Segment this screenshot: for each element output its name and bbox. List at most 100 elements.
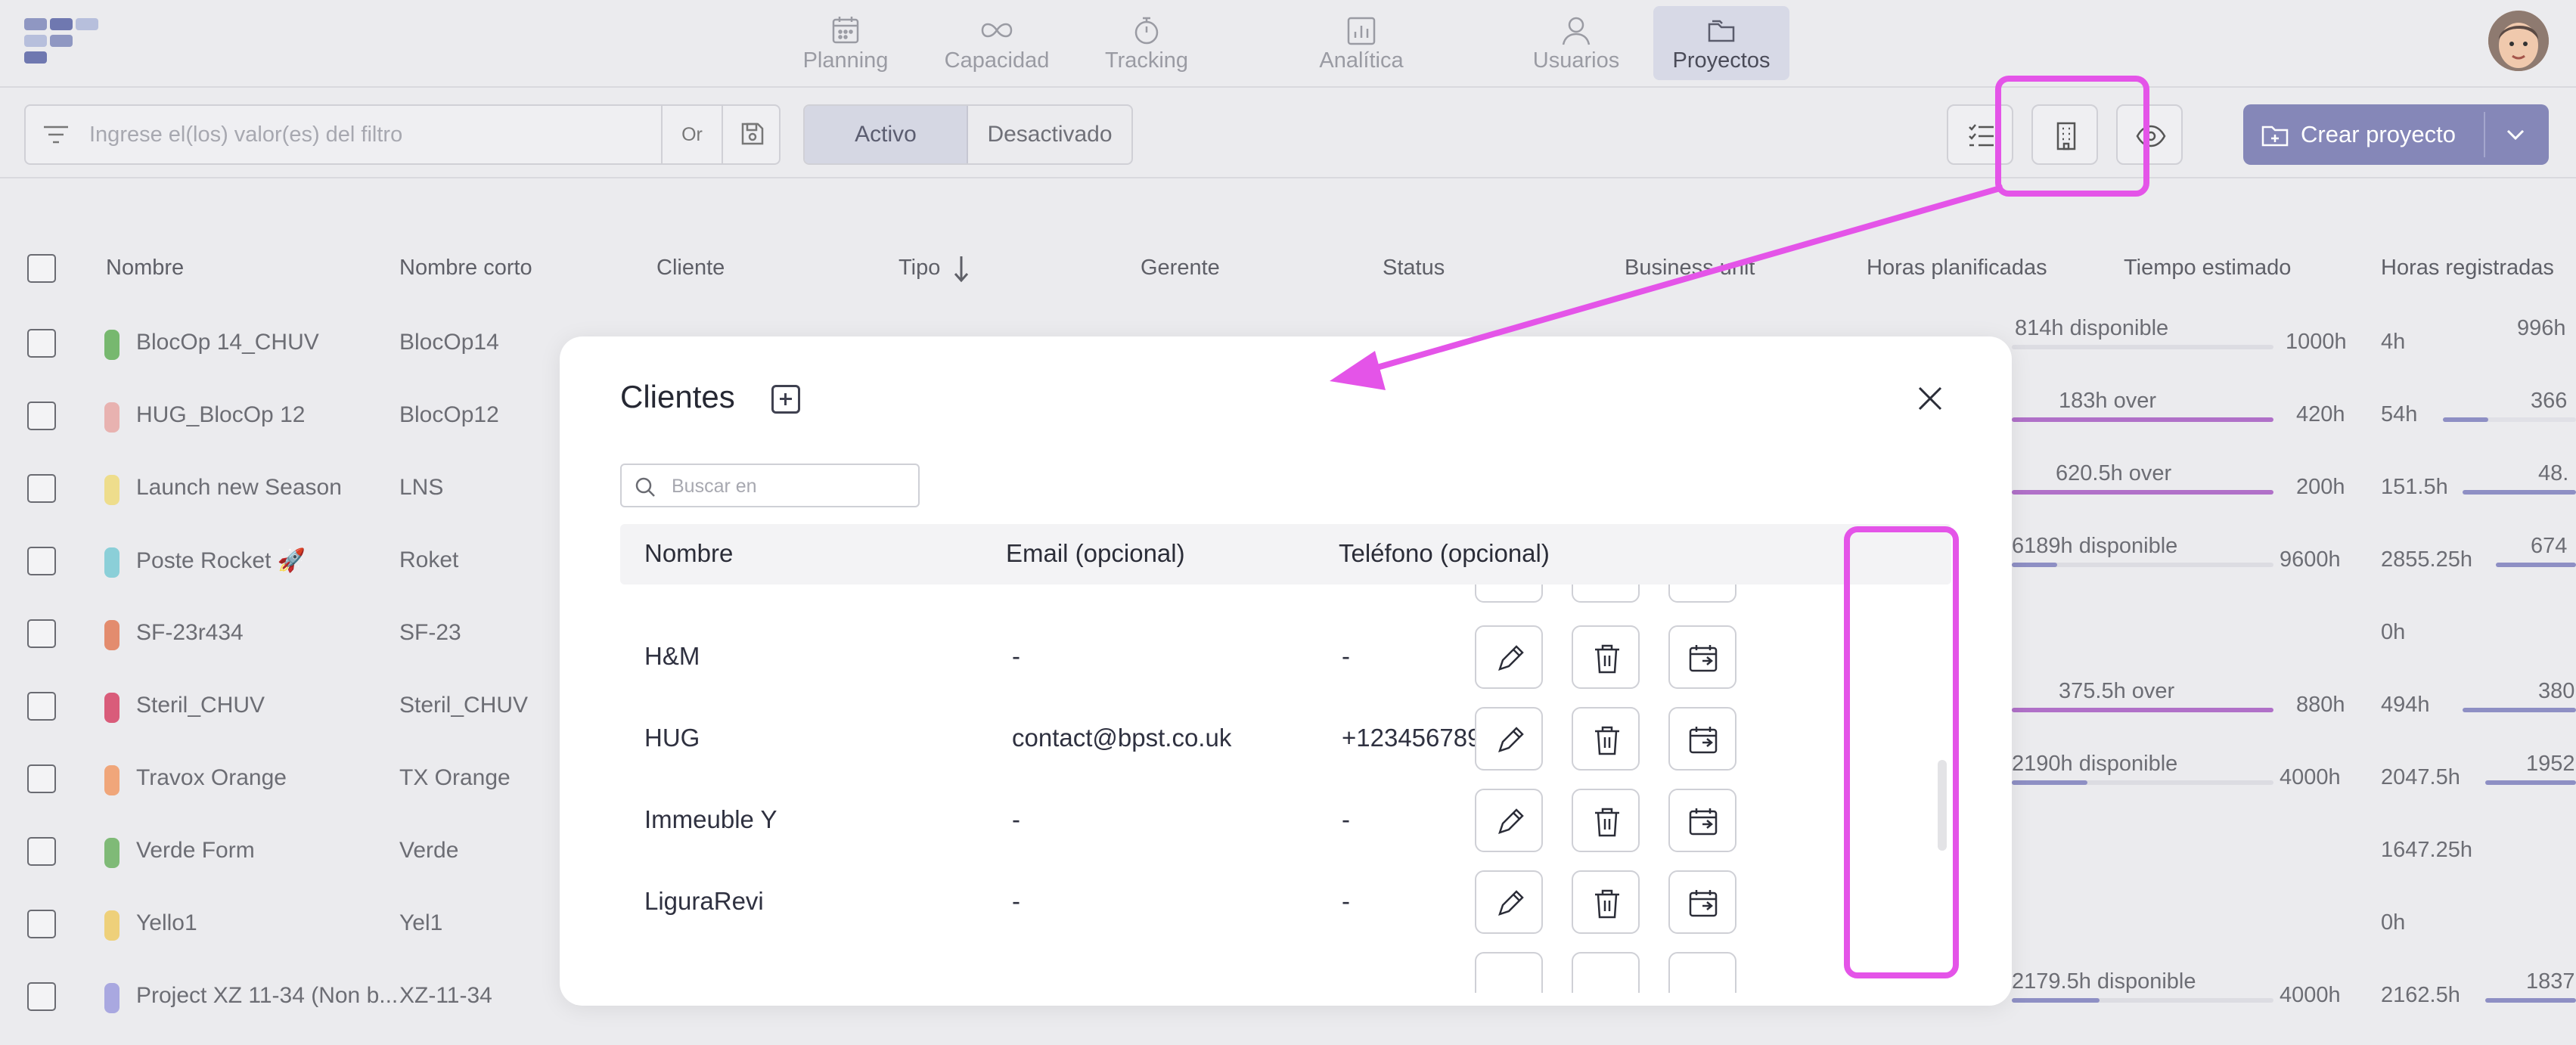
delete-button[interactable]: [1572, 952, 1640, 993]
list-item: H&M - -: [620, 616, 1951, 698]
column-cliente[interactable]: Cliente: [656, 256, 725, 281]
registered-hours: 2855.25h: [2381, 547, 2472, 572]
nav-usuarios[interactable]: Usuarios: [1517, 6, 1635, 80]
estimated-time: 4000h: [2280, 983, 2341, 1007]
pencil-icon: [1498, 890, 1524, 916]
delete-button[interactable]: [1572, 585, 1640, 603]
add-client-icon[interactable]: [771, 385, 800, 414]
row-checkbox[interactable]: [27, 837, 56, 866]
column-horas-planificadas[interactable]: Horas planificadas: [1867, 256, 2047, 281]
registered-total: 1952: [2526, 752, 2575, 776]
edit-button[interactable]: [1475, 789, 1543, 852]
registered-total: 674: [2531, 534, 2568, 558]
project-name[interactable]: SF-23r434: [136, 620, 244, 646]
planned-bar: [2012, 708, 2273, 712]
nav-proyectos[interactable]: Proyectos: [1653, 6, 1789, 80]
create-project-button[interactable]: Crear proyecto: [2243, 104, 2549, 165]
app-logo[interactable]: [24, 18, 104, 71]
column-gerente[interactable]: Gerente: [1141, 256, 1220, 281]
client-name: LiguraRevi: [644, 887, 764, 915]
calendar-icon: [832, 17, 859, 44]
client-search-input[interactable]: Buscar en: [620, 464, 920, 507]
avatar-face-icon: [2488, 11, 2549, 71]
delete-button[interactable]: [1572, 625, 1640, 689]
column-business-unit[interactable]: Business unit: [1625, 256, 1755, 281]
nav-analitica[interactable]: Analítica: [1301, 6, 1422, 80]
row-checkbox[interactable]: [27, 910, 56, 938]
chevron-down-icon[interactable]: [2502, 121, 2529, 148]
column-tiempo-estimado[interactable]: Tiempo estimado: [2124, 256, 2291, 281]
schedule-button[interactable]: [1668, 870, 1736, 934]
status-activo-button[interactable]: Activo: [805, 106, 968, 163]
schedule-button[interactable]: [1668, 585, 1736, 603]
schedule-button[interactable]: [1668, 707, 1736, 771]
project-name[interactable]: Travox Orange: [136, 765, 287, 791]
nav-capacidad[interactable]: Capacidad: [930, 6, 1063, 80]
delete-button[interactable]: [1572, 870, 1640, 934]
column-horas-registradas[interactable]: Horas registradas: [2381, 256, 2554, 281]
list-item: [620, 943, 1951, 993]
nav-usuarios-label: Usuarios: [1532, 48, 1620, 73]
table-header: Nombre Nombre corto Cliente Tipo Gerente…: [0, 242, 2576, 295]
close-icon[interactable]: [1913, 382, 1947, 415]
project-name[interactable]: Project XZ 11-34 (Non b...: [136, 983, 398, 1009]
registered-total: 48.: [2538, 461, 2569, 485]
planned-hours: 2179.5h disponible: [2012, 969, 2196, 994]
row-checkbox[interactable]: [27, 547, 56, 575]
project-name[interactable]: Yello1: [136, 910, 197, 936]
planned-bar: [2012, 417, 2273, 422]
project-name[interactable]: Launch new Season: [136, 475, 342, 501]
row-checkbox[interactable]: [27, 619, 56, 648]
list-item: Immeuble Y - -: [620, 780, 1951, 861]
nav-planning[interactable]: Planning: [787, 6, 905, 80]
project-short-name: Yel1: [399, 910, 443, 935]
schedule-button[interactable]: [1668, 789, 1736, 852]
registered-total: 996h: [2517, 316, 2566, 340]
delete-button[interactable]: [1572, 789, 1640, 852]
top-navigation-bar: Planning Capacidad Tracking Analítica Us…: [0, 0, 2576, 88]
sort-descending-icon[interactable]: [953, 254, 970, 284]
clients-table-header: Nombre Email (opcional) Teléfono (opcion…: [620, 524, 1951, 585]
row-checkbox[interactable]: [27, 764, 56, 793]
schedule-button[interactable]: [1668, 952, 1736, 993]
column-nombre-corto[interactable]: Nombre corto: [399, 256, 532, 281]
project-name[interactable]: Steril_CHUV: [136, 693, 265, 718]
project-name[interactable]: Verde Form: [136, 838, 255, 864]
planned-hours: 375.5h over: [2059, 679, 2175, 703]
edit-button[interactable]: [1475, 707, 1543, 771]
client-email: -: [1012, 887, 1020, 915]
filter-input[interactable]: Ingrese el(los) valor(es) del filtro: [89, 122, 402, 147]
delete-button[interactable]: [1572, 707, 1640, 771]
column-nombre[interactable]: Nombre: [106, 256, 184, 281]
folder-icon: [1708, 20, 1735, 42]
edit-button[interactable]: [1475, 625, 1543, 689]
column-tipo[interactable]: Tipo: [898, 256, 940, 281]
nav-analitica-label: Analítica: [1319, 48, 1404, 73]
project-name[interactable]: HUG_BlocOp 12: [136, 402, 305, 428]
row-checkbox[interactable]: [27, 329, 56, 358]
edit-button[interactable]: [1475, 585, 1543, 603]
registered-hours: 4h: [2381, 330, 2406, 354]
client-email: contact@bpst.co.uk: [1012, 724, 1232, 752]
edit-button[interactable]: [1475, 952, 1543, 993]
user-avatar[interactable]: [2488, 11, 2549, 71]
or-toggle[interactable]: Or: [661, 106, 722, 163]
filter-bar[interactable]: Ingrese el(los) valor(es) del filtro Or: [24, 104, 781, 165]
project-name[interactable]: Poste Rocket 🚀: [136, 547, 306, 574]
row-checkbox[interactable]: [27, 692, 56, 721]
schedule-button[interactable]: [1668, 625, 1736, 689]
select-all-checkbox[interactable]: [27, 254, 56, 283]
row-checkbox[interactable]: [27, 402, 56, 430]
row-checkbox[interactable]: [27, 982, 56, 1011]
nav-tracking[interactable]: Tracking: [1086, 6, 1207, 80]
project-name[interactable]: BlocOp 14_CHUV: [136, 330, 319, 355]
status-desactivado-button[interactable]: Desactivado: [968, 106, 1131, 163]
project-short-name: LNS: [399, 475, 444, 500]
column-status[interactable]: Status: [1383, 256, 1445, 281]
pencil-icon: [1498, 645, 1524, 671]
save-filter-button[interactable]: [722, 106, 781, 163]
client-name: H&M: [644, 642, 700, 670]
row-checkbox[interactable]: [27, 474, 56, 503]
edit-button[interactable]: [1475, 870, 1543, 934]
header-email: Email (opcional): [1006, 539, 1185, 567]
